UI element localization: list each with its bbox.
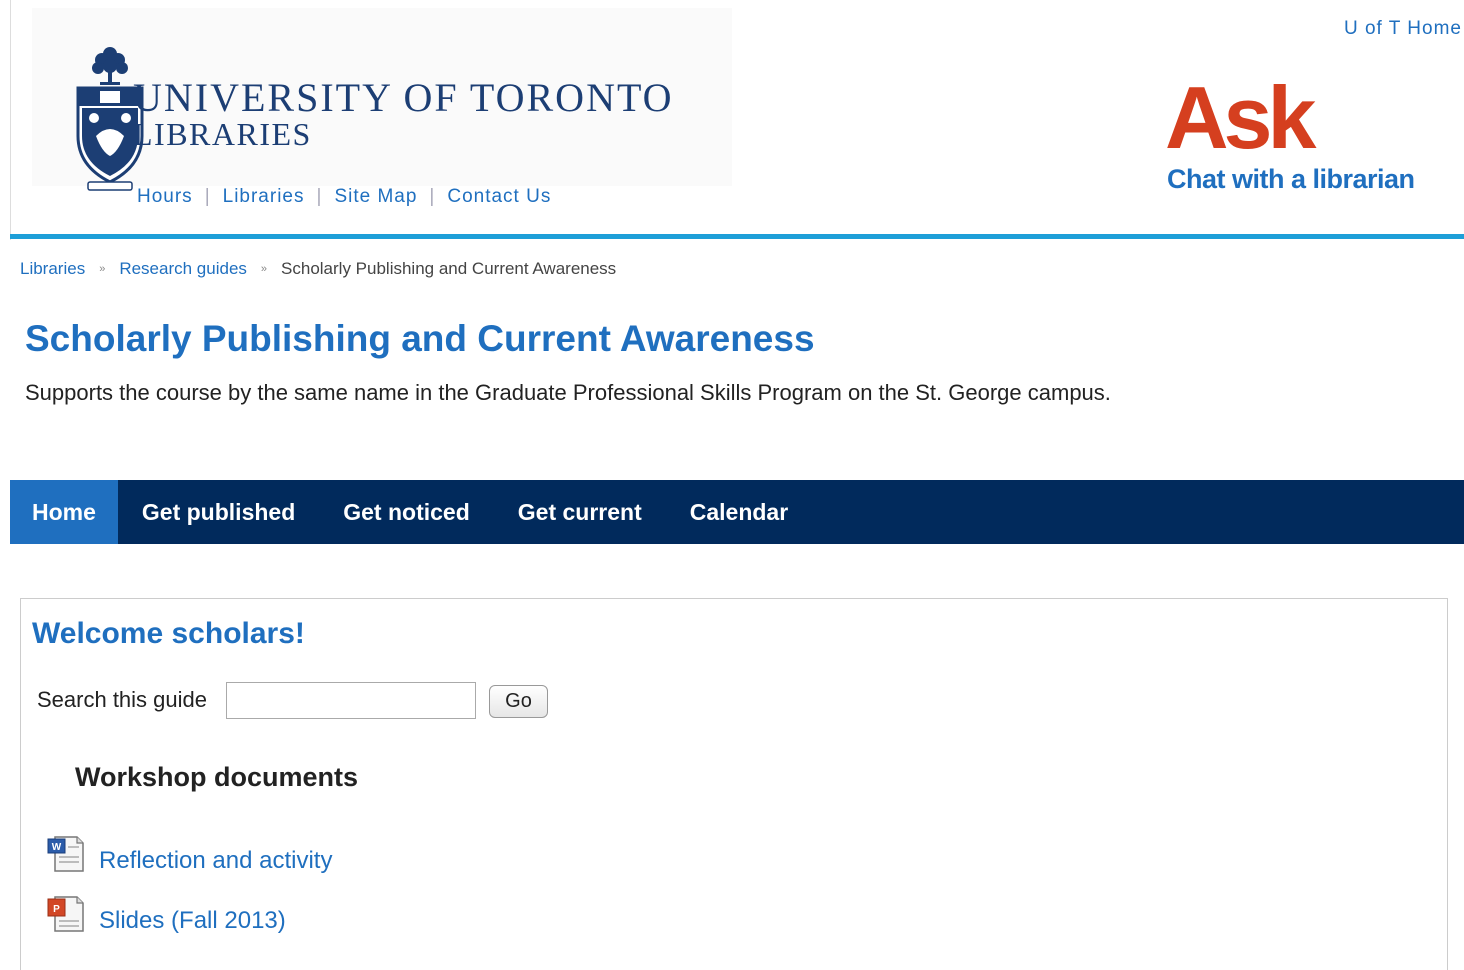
nav-separator: | [204, 186, 211, 207]
site-header: UNIVERSITY OF TORONTO LIBRARIES Hours | … [10, 0, 1464, 240]
tab-get-current[interactable]: Get current [494, 480, 666, 544]
page-description: Supports the course by the same name in … [25, 380, 1111, 405]
breadcrumb-research-guides[interactable]: Research guides [119, 259, 247, 279]
header-divider [10, 234, 1464, 239]
tab-get-noticed[interactable]: Get noticed [319, 480, 494, 544]
welcome-heading: Welcome scholars! [32, 617, 305, 650]
page-title: Scholarly Publishing and Current Awarene… [25, 318, 815, 359]
document-link-reflection[interactable]: Reflection and activity [99, 847, 332, 875]
ask-chat-banner[interactable]: Ask Chat with a librarian [1165, 74, 1455, 200]
nav-contact-us-link[interactable]: Contact Us [447, 186, 551, 208]
nav-site-map-link[interactable]: Site Map [334, 186, 417, 208]
search-input[interactable] [226, 682, 476, 719]
ask-logo-word: Ask [1165, 68, 1316, 167]
svg-text:W: W [52, 842, 62, 853]
powerpoint-document-icon: P [47, 896, 84, 932]
tab-home[interactable]: Home [10, 480, 118, 544]
breadcrumb-libraries[interactable]: Libraries [20, 259, 85, 279]
breadcrumb-separator-icon: » [99, 263, 106, 275]
nav-libraries-link[interactable]: Libraries [223, 186, 305, 208]
document-item: P Slides (Fall 2013) [45, 891, 286, 935]
logo-subtitle: LIBRARIES [133, 116, 312, 152]
go-button[interactable]: Go [489, 685, 548, 718]
tab-calendar[interactable]: Calendar [666, 480, 812, 544]
search-label: Search this guide [37, 687, 207, 712]
logo-title: UNIVERSITY OF TORONTO [133, 75, 674, 120]
ask-chat-subtitle: Chat with a librarian [1167, 164, 1415, 194]
breadcrumb: Libraries » Research guides » Scholarly … [20, 259, 616, 279]
breadcrumb-separator-icon: » [260, 263, 268, 275]
workshop-documents-heading: Workshop documents [75, 762, 359, 792]
document-link-slides[interactable]: Slides (Fall 2013) [99, 907, 286, 935]
breadcrumb-current: Scholarly Publishing and Current Awarene… [281, 259, 617, 278]
svg-text:P: P [53, 904, 60, 915]
nav-separator: | [429, 186, 436, 207]
nav-separator: | [316, 186, 323, 207]
tab-get-published[interactable]: Get published [118, 480, 319, 544]
welcome-box: Welcome scholars! Search this guide Go W… [20, 598, 1448, 970]
document-item: W Reflection and activity [45, 831, 332, 875]
utility-nav: Hours | Libraries | Site Map | Contact U… [137, 186, 551, 208]
word-document-icon: W [47, 836, 84, 872]
guide-tabs: Home Get published Get noticed Get curre… [10, 480, 1464, 544]
uoft-home-link[interactable]: U of T Home [1344, 18, 1462, 40]
nav-hours-link[interactable]: Hours [137, 186, 193, 208]
